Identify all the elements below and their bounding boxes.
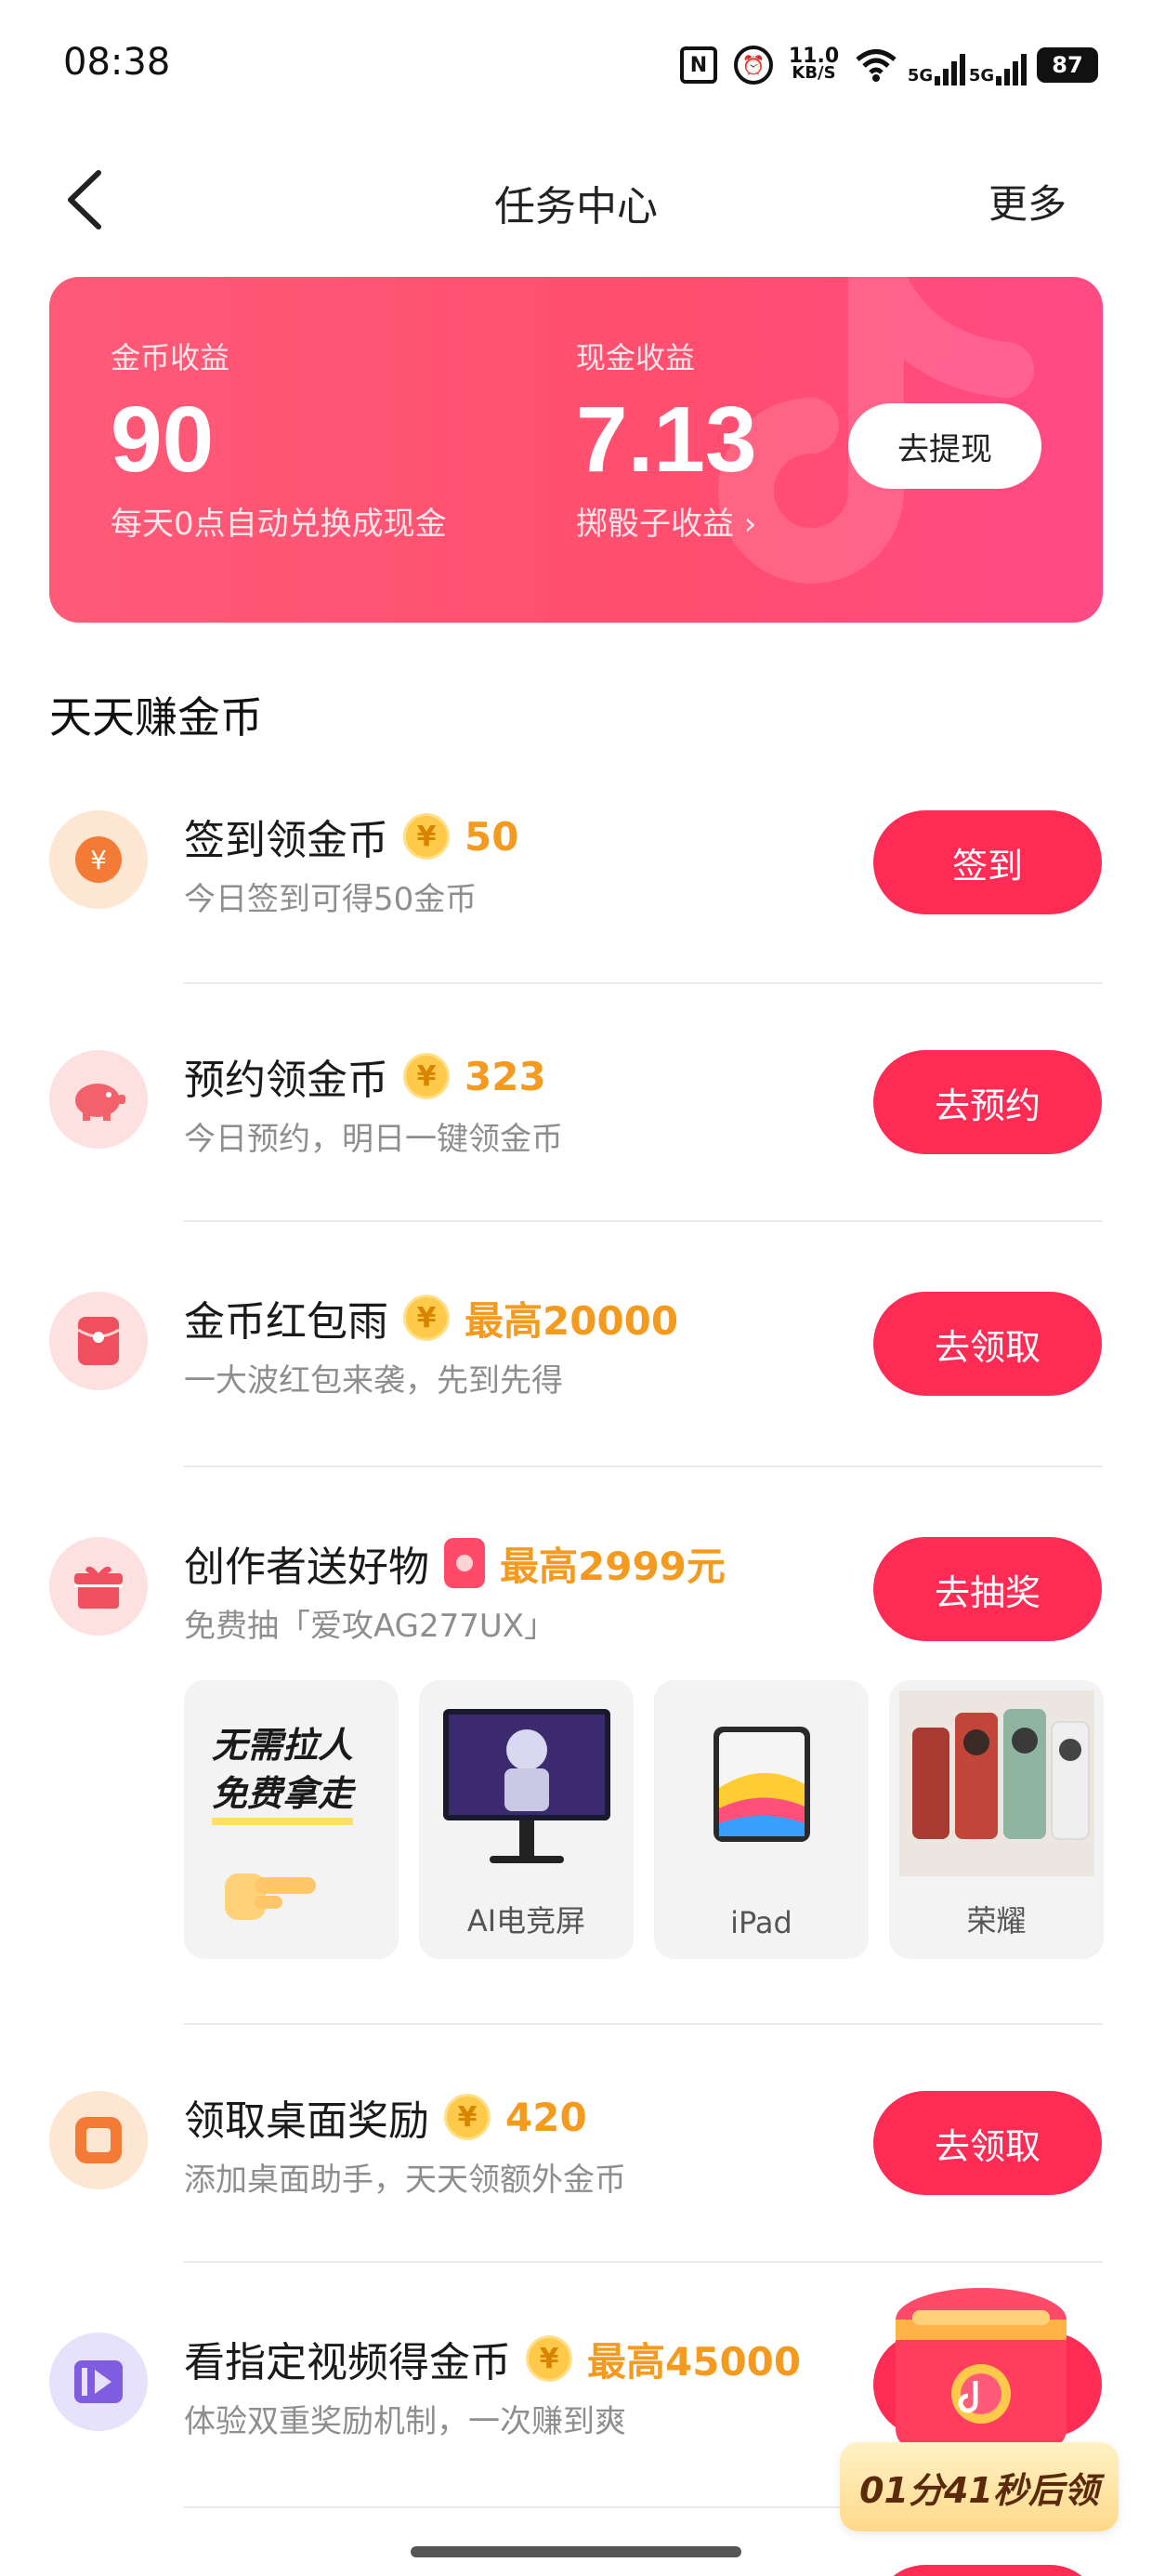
task-desc: 一大波红包来袭，先到先得 xyxy=(184,1362,563,1400)
home-indicator[interactable] xyxy=(411,2546,741,2557)
network-speed: 11.0 KB/S xyxy=(789,45,839,85)
wifi-icon xyxy=(855,45,897,85)
reserve-button[interactable]: 去预约 xyxy=(873,1050,1102,1154)
prize-card-monitor[interactable]: AI电竞屏 xyxy=(419,1680,634,1959)
prize-label: 荣耀 xyxy=(966,1903,1027,1939)
prize-label: iPad xyxy=(730,1905,792,1940)
task-desc: 今日预约，明日一键领金币 xyxy=(184,1121,563,1158)
reward-amount: 50 xyxy=(465,813,519,860)
piggy-bank-icon xyxy=(49,1050,148,1149)
cash-earnings-label: 现金收益 xyxy=(576,340,696,375)
reward-amount: 323 xyxy=(465,1053,546,1099)
reward-amount: 最高2999元 xyxy=(500,1543,726,1589)
desktop-widget-icon xyxy=(49,2091,148,2189)
nfc-icon: N xyxy=(680,46,717,84)
coin-earnings-note: 每天0点自动兑换成现金 xyxy=(111,506,447,543)
network-speed-unit: KB/S xyxy=(792,63,836,83)
red-envelope-icon xyxy=(49,1292,148,1390)
yen-coin-icon: ¥ xyxy=(49,810,148,909)
dice-earnings-link[interactable]: 掷骰子收益 › xyxy=(576,498,757,544)
status-bar: 08:38 N ⏰ 11.0 KB/S 5G 5G 87 xyxy=(0,0,1152,130)
red-envelope-icon xyxy=(444,1538,485,1588)
prize-card-promo[interactable]: 无需拉人 免费拿走 xyxy=(184,1680,399,1959)
sim2-label: 5G xyxy=(968,66,995,85)
task-title: 创作者送好物 xyxy=(184,1544,429,1591)
divider xyxy=(184,2261,1103,2263)
coin-icon: ¥ xyxy=(403,1053,450,1099)
status-time: 08:38 xyxy=(63,41,171,84)
prize-label: AI电竞屏 xyxy=(466,1903,586,1939)
gift-icon xyxy=(49,1537,148,1636)
promo-line-2: 免费拿走 xyxy=(212,1769,354,1825)
cash-earnings: 现金收益 7.13 掷骰子收益 › xyxy=(576,335,757,544)
task-title: 金币红包雨 xyxy=(184,1298,388,1346)
status-icons: N ⏰ 11.0 KB/S 5G 5G 87 xyxy=(680,45,1098,85)
coin-icon: ¥ xyxy=(526,2335,572,2382)
prize-list: 无需拉人 免费拿走 AI电竞屏 iPad 荣耀 xyxy=(184,1680,1104,1959)
task-title: 看指定视频得金币 xyxy=(184,2339,511,2386)
signal-sim2-icon: 5G xyxy=(969,45,1028,85)
task-desc: 添加桌面助手，天天领额外金币 xyxy=(184,2162,626,2199)
divider xyxy=(184,1220,1103,1222)
task-desc: 免费抽「爱攻AG277UX」 xyxy=(184,1608,556,1645)
task-desc: 体验双重奖励机制，一次赚到爽 xyxy=(184,2403,626,2440)
task-title: 领取桌面奖励 xyxy=(184,2097,429,2145)
honor-phones-image xyxy=(895,1686,1098,1881)
task-desc: 今日签到可得50金币 xyxy=(184,881,478,918)
reward-amount: 最高45000 xyxy=(587,2338,802,2385)
video-icon xyxy=(49,2333,148,2431)
coin-earnings: 金币收益 90 每天0点自动兑换成现金 xyxy=(111,335,447,544)
divider xyxy=(184,982,1103,984)
ipad-image xyxy=(660,1686,863,1881)
nav-header: 任务中心 更多 xyxy=(0,149,1152,251)
more-link[interactable]: 更多 xyxy=(988,173,1067,230)
alarm-icon: ⏰ xyxy=(734,46,773,85)
withdraw-button[interactable]: 去提现 xyxy=(848,403,1041,489)
prize-card-ipad[interactable]: iPad xyxy=(654,1680,869,1959)
battery-icon: 87 xyxy=(1037,47,1098,83)
next-task-button[interactable] xyxy=(873,2565,1102,2576)
gaming-monitor-image xyxy=(425,1686,628,1881)
divider xyxy=(184,2023,1103,2025)
reward-amount: 420 xyxy=(505,2094,587,2140)
task-title: 预约领金币 xyxy=(184,1057,388,1104)
checkin-button[interactable]: 签到 xyxy=(873,810,1102,914)
pointing-hand-icon xyxy=(225,1873,316,1920)
coin-icon: ¥ xyxy=(403,813,450,860)
promo-text: 无需拉人 免费拿走 xyxy=(212,1721,354,1825)
promo-line-1: 无需拉人 xyxy=(212,1725,354,1766)
cash-earnings-value: 7.13 xyxy=(576,388,757,492)
divider xyxy=(184,1465,1103,1467)
coin-earnings-value: 90 xyxy=(111,388,215,492)
coin-icon: ¥ xyxy=(403,1295,450,1341)
coin-earnings-label: 金币收益 xyxy=(111,340,230,375)
countdown-label: 01分41秒后领 xyxy=(840,2442,1119,2531)
claim-button[interactable]: 去领取 xyxy=(873,2091,1102,2195)
page-title: 任务中心 xyxy=(494,183,658,230)
signal-sim1-icon: 5G xyxy=(908,45,966,85)
lottery-button[interactable]: 去抽奖 xyxy=(873,1537,1102,1641)
sim1-label: 5G xyxy=(907,66,934,85)
floating-reward-widget[interactable]: 01分41秒后领 xyxy=(836,2282,1124,2552)
treasure-chest-icon xyxy=(896,2288,1067,2450)
claim-button[interactable]: 去领取 xyxy=(873,1292,1102,1396)
prize-card-honor-phone[interactable]: 荣耀 xyxy=(889,1680,1104,1959)
earnings-card: 金币收益 90 每天0点自动兑换成现金 现金收益 7.13 掷骰子收益 › 去提… xyxy=(49,277,1103,623)
coin-icon: ¥ xyxy=(444,2094,491,2140)
task-title: 签到领金币 xyxy=(184,817,388,864)
section-title: 天天赚金币 xyxy=(49,692,263,743)
reward-amount: 最高20000 xyxy=(465,1297,679,1344)
